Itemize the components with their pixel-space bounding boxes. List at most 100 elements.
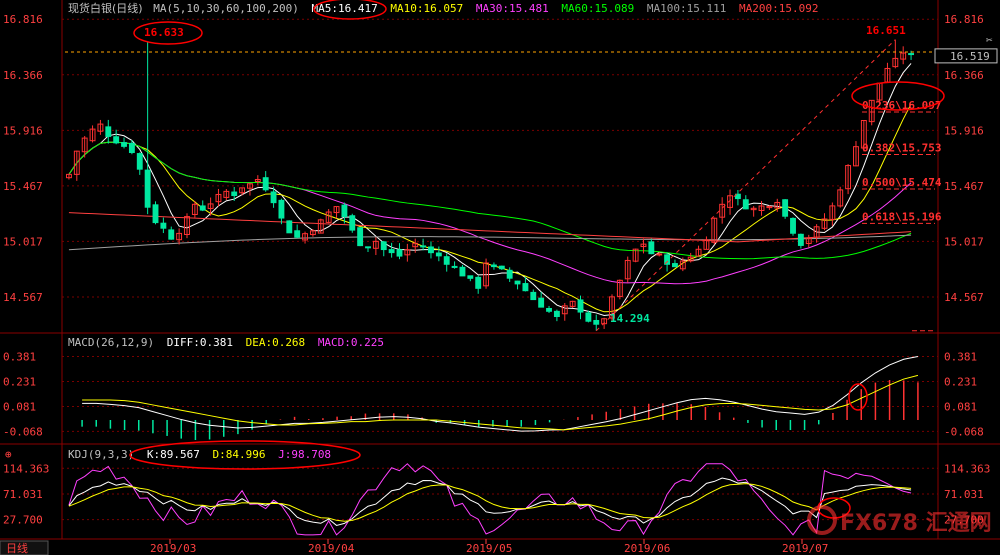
fib-level-label-3: 0.618\15.196 <box>862 210 942 223</box>
macd-tick-right-2: 0.081 <box>944 401 977 414</box>
main-header: 现货白银(日线) MA(5,10,30,60,100,200) MA5:16.4… <box>68 1 818 15</box>
kdj-tick-right-0: 114.363 <box>944 462 990 475</box>
candle-body-66 <box>585 312 592 322</box>
candle-body-41 <box>388 249 395 254</box>
current-price-label: 16.519 <box>950 50 990 63</box>
macd-tick-right-1: 0.231 <box>944 376 977 389</box>
candle-body-36 <box>349 215 356 231</box>
fib-level-label-1: 0.382\15.753 <box>862 142 941 155</box>
candle-11 <box>152 201 159 225</box>
candle-body-25 <box>262 177 269 191</box>
macd-tick-right-3: -0.068 <box>944 425 984 438</box>
candle-body-28 <box>286 220 293 234</box>
candle-body-13 <box>168 229 175 240</box>
candle-body-5 <box>105 126 112 137</box>
ma100-value: MA100:15.111 <box>647 2 726 15</box>
candle-body-67 <box>593 319 600 325</box>
main-tick-right-2: 15.916 <box>944 124 984 137</box>
candle-body-56 <box>506 269 513 279</box>
x-tick-label-0: 2019/03 <box>150 542 196 555</box>
candle-28 <box>286 220 293 234</box>
main-tick-right-4: 15.017 <box>944 235 984 248</box>
kdj-header: KDJ(9,3,3) K:89.567 D:84.996 J:98.708 <box>68 448 331 461</box>
main-tick-right-0: 16.816 <box>944 13 984 26</box>
main-tick-left-4: 15.017 <box>3 235 43 248</box>
candle-body-9 <box>136 153 143 170</box>
candle-body-91 <box>782 199 789 217</box>
candle-body-26 <box>270 191 277 204</box>
macd-macd-value: MACD:0.225 <box>318 336 384 349</box>
main-tick-right-1: 16.366 <box>944 69 984 82</box>
candle-body-74 <box>648 241 655 255</box>
candle-body-37 <box>357 227 364 247</box>
candle-37 <box>357 227 364 247</box>
candlestick-chart: 16.816 16.816 16.366 16.366 15.916 15.916 15.4… <box>0 0 1000 555</box>
candle-body-45 <box>420 245 427 248</box>
ma10-value: MA10:16.057 <box>390 2 463 15</box>
candle-body-92 <box>790 217 796 234</box>
candle-body-58 <box>522 283 529 292</box>
kdj-tick-left-1: 71.031 <box>3 488 43 501</box>
kdj-tick-right-1: 71.031 <box>944 488 984 501</box>
scroll-arrow-icon: ✂ <box>986 33 993 46</box>
candle-body-17 <box>199 205 206 211</box>
candle-body-86 <box>742 199 749 210</box>
main-tick-left-3: 15.467 <box>3 180 43 193</box>
fib-level-label-2: 0.500\15.474 <box>862 176 942 189</box>
candle-body-51 <box>467 275 474 279</box>
x-tick-label-2: 2019/05 <box>466 542 512 555</box>
candle-body-10 <box>144 169 151 208</box>
candle-body-52 <box>475 276 482 289</box>
kdj-tick-left-0: 114.363 <box>3 462 49 475</box>
candle-body-7 <box>121 142 127 147</box>
x-tick-label-4: 2019/07 <box>782 542 828 555</box>
main-tick-right-5: 14.567 <box>944 291 984 304</box>
main-tick-left-2: 15.916 <box>3 124 43 137</box>
candle-body-6 <box>113 136 120 144</box>
candle-body-8 <box>128 142 135 154</box>
candle-body-49 <box>451 265 458 268</box>
macd-dea-value: DEA:0.268 <box>246 336 306 349</box>
ma-prefix: MA(5,10,30,60,100,200) <box>153 2 299 15</box>
candle-body-54 <box>490 264 497 268</box>
x-tick-label-3: 2019/06 <box>624 542 670 555</box>
macd-tick-left-0: 0.381 <box>3 351 36 364</box>
ma200-value: MA200:15.092 <box>739 2 818 15</box>
candle-body-21 <box>231 191 238 197</box>
candle-body-29 <box>294 230 301 238</box>
main-tick-left-5: 14.567 <box>3 291 43 304</box>
candle-body-55 <box>498 265 505 270</box>
macd-tick-left-1: 0.231 <box>3 376 36 389</box>
candle-body-48 <box>443 256 450 265</box>
candle-body-77 <box>672 263 678 268</box>
candle-body-57 <box>514 280 521 285</box>
candle-body-47 <box>435 252 442 257</box>
macd-tick-left-2: 0.081 <box>3 401 36 414</box>
macd-tick-left-3: -0.068 <box>3 425 43 438</box>
low-label: 14.294 <box>610 312 650 325</box>
candle-body-65 <box>577 299 584 313</box>
candle-body-46 <box>428 246 434 254</box>
kdj-d-value: D:84.996 <box>212 448 265 461</box>
candle-body-38 <box>365 246 371 249</box>
macd-prefix: MACD(26,12,9) <box>68 336 154 349</box>
kdj-settings-icon[interactable]: ⊕ <box>5 448 12 461</box>
candle-92 <box>790 217 796 236</box>
candle-body-50 <box>459 266 466 277</box>
ma30-value: MA30:15.481 <box>476 2 549 15</box>
kdj-k-value: K:89.567 <box>147 448 200 461</box>
candle-body-42 <box>396 249 403 257</box>
period-tab-label: 日线 <box>6 541 28 555</box>
candle-body-61 <box>546 308 552 312</box>
kdj-j-value: J:98.708 <box>278 448 331 461</box>
candle-body-75 <box>656 253 663 256</box>
main-tick-left-0: 16.816 <box>3 13 43 26</box>
high-label-1: 16.633 <box>144 26 184 39</box>
candle-body-60 <box>538 297 545 308</box>
x-tick-label-1: 2019/04 <box>308 542 355 555</box>
candle-body-40 <box>380 241 387 251</box>
candle-body-27 <box>278 199 285 219</box>
candle-body-59 <box>530 291 537 301</box>
symbol-title: 现货白银(日线) <box>68 1 143 15</box>
ma60-value: MA60:15.089 <box>561 2 634 15</box>
